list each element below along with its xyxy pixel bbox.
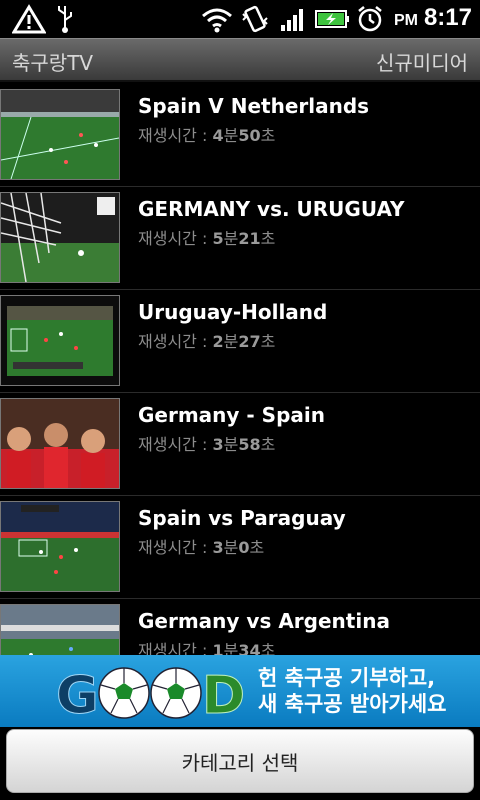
wifi-icon bbox=[202, 8, 232, 33]
status-bar: PM 8:17 bbox=[0, 0, 480, 38]
video-title: Spain V Netherlands bbox=[138, 94, 370, 118]
usb-icon bbox=[58, 6, 72, 33]
signal-icon bbox=[281, 9, 303, 31]
video-thumbnail bbox=[0, 89, 120, 180]
video-title: Germany - Spain bbox=[138, 403, 325, 427]
video-list[interactable]: Spain V Netherlands 재생시간 : 4분50초 GERMANY… bbox=[0, 84, 480, 655]
video-thumbnail bbox=[0, 295, 120, 386]
video-duration: 재생시간 : 2분27초 bbox=[138, 332, 276, 351]
app-title: 축구랑TV bbox=[12, 51, 94, 75]
video-title: Germany vs Argentina bbox=[138, 609, 390, 633]
video-item[interactable]: Uruguay-Holland 재생시간 : 2분27초 bbox=[0, 290, 480, 393]
svg-text:D: D bbox=[202, 666, 245, 721]
clock-time: 8:17 bbox=[423, 4, 472, 31]
category-select-button[interactable]: 카테고리 선택 bbox=[6, 729, 474, 793]
video-duration: 재생시간 : 4분50초 bbox=[138, 126, 276, 145]
video-duration: 재생시간 : 3분0초 bbox=[138, 538, 265, 557]
soccer-ball-icon bbox=[98, 667, 150, 719]
clock: PM 8:17 bbox=[394, 4, 472, 32]
warning-icon bbox=[12, 4, 46, 34]
video-thumbnail bbox=[0, 398, 120, 489]
video-thumbnail bbox=[0, 501, 120, 592]
good-logo: G D bbox=[56, 666, 246, 722]
video-duration: 재생시간 : 5분21초 bbox=[138, 229, 276, 248]
title-bar: 축구랑TV 신규미디어 bbox=[0, 38, 480, 82]
video-title: GERMANY vs. URUGUAY bbox=[138, 197, 405, 221]
soccer-ball-icon bbox=[150, 667, 202, 719]
video-item[interactable]: Germany vs Argentina 재생시간 : 1분34초 bbox=[0, 599, 480, 655]
video-title: Spain vs Paraguay bbox=[138, 506, 346, 530]
video-title: Uruguay-Holland bbox=[138, 300, 328, 324]
banner-message: 헌 축구공 기부하고, 새 축구공 받아가세요 bbox=[258, 665, 447, 717]
battery-charging-icon bbox=[315, 10, 349, 28]
video-item[interactable]: Germany - Spain 재생시간 : 3분58초 bbox=[0, 393, 480, 496]
bottom-bar: 카테고리 선택 bbox=[0, 727, 480, 800]
vibrate-icon bbox=[242, 5, 268, 33]
banner-line-1: 헌 축구공 기부하고, bbox=[258, 666, 436, 690]
new-media-label[interactable]: 신규미디어 bbox=[376, 47, 468, 76]
video-thumbnail bbox=[0, 604, 120, 655]
svg-text:G: G bbox=[56, 666, 99, 721]
video-thumbnail bbox=[0, 192, 120, 283]
video-duration: 재생시간 : 3분58초 bbox=[138, 435, 276, 454]
banner-line-2: 새 축구공 받아가세요 bbox=[258, 692, 447, 716]
video-duration: 재생시간 : 1분34초 bbox=[138, 641, 276, 655]
video-item[interactable]: GERMANY vs. URUGUAY 재생시간 : 5분21초 bbox=[0, 187, 480, 290]
ad-banner[interactable]: G D 헌 축구공 기부하고, 새 축구공 받아가세요 bbox=[0, 655, 480, 727]
clock-ampm: PM bbox=[393, 12, 418, 29]
video-item[interactable]: Spain vs Paraguay 재생시간 : 3분0초 bbox=[0, 496, 480, 599]
alarm-icon bbox=[358, 6, 382, 32]
video-item[interactable]: Spain V Netherlands 재생시간 : 4분50초 bbox=[0, 84, 480, 187]
